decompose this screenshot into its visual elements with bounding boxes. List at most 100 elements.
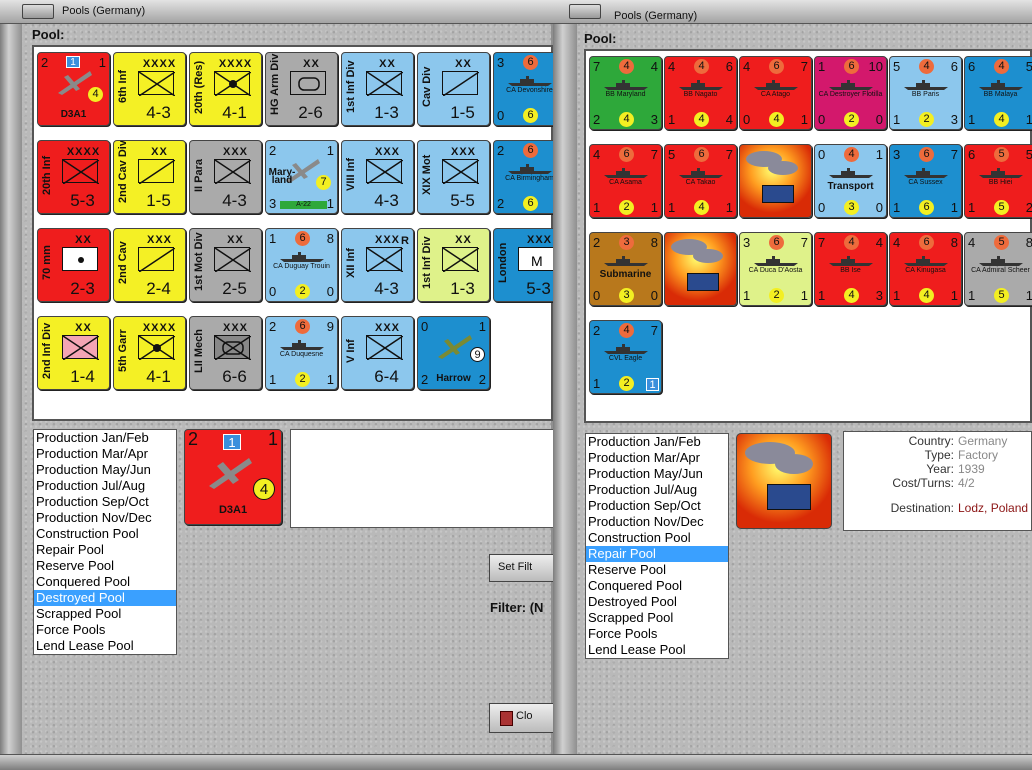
ship-name: Submarine [599,269,652,280]
land-unit-counter[interactable]: 2nd Inf Div XX 1-4 [37,316,110,390]
combat-strength: 1-4 [70,367,95,386]
land-unit-counter[interactable]: 20th Inf XXXX 5-3 [37,140,110,214]
pool-list-item[interactable]: Lend Lease Pool [586,642,728,658]
blue-marker: 1 [646,378,659,391]
ship-counter[interactable]: 1 8 0 0 6 2 CA Duguay Trouin [265,228,338,302]
stat-bottom-left: 1 [593,200,601,215]
pool-list-item[interactable]: Repair Pool [586,546,728,562]
factory-counter[interactable] [739,144,812,218]
set-filter-button[interactable]: Set Filt [489,554,555,582]
title-bar[interactable]: Pools (Germany) [0,0,555,24]
ship-counter[interactable]: 271142CVL Eagle1 [589,320,662,394]
land-unit-counter[interactable]: 5th Garr XXXX 4-1 [113,316,186,390]
pool-list-item[interactable]: Force Pools [34,622,176,638]
pool-list-item[interactable]: Production Jul/Aug [586,482,728,498]
land-unit-counter[interactable]: XIX Mot XXX 5-5 [417,140,490,214]
pool-list-item[interactable]: Production Nov/Dec [34,510,176,526]
pool-list-item[interactable]: Force Pools [586,626,728,642]
pool-list-item[interactable]: Construction Pool [586,530,728,546]
factory-counter[interactable] [664,232,737,306]
land-unit-counter[interactable]: VIII Inf XXX 4-3 [341,140,414,214]
selected-factory-preview [736,433,832,529]
pool-list-item[interactable]: Conquered Pool [34,574,176,590]
unit-name: II Para [193,158,205,192]
pool-list-item[interactable]: Production May/Jun [34,462,176,478]
attack-badge: 4 [619,59,634,74]
pool-list-item[interactable]: Conquered Pool [586,578,728,594]
ship-counter[interactable]: 4 8 1 1 6 4 CA Kinugasa [889,232,962,306]
pool-list-item[interactable]: Reserve Pool [34,558,176,574]
air-counter[interactable]: 0 1 2 2 Harrow 9 [417,316,490,390]
ship-counter[interactable]: 5 6 1 3 4 2 BB Paris [889,56,962,130]
combat-strength: 4-3 [222,191,247,210]
air-counter[interactable]: 2 1 D3A1 4 1 [37,52,110,126]
unit-symbol-icon [214,247,252,273]
ship-counter[interactable]: 4 7 0 1 6 4 CA Atago [739,56,812,130]
window-frame-bottom-right [553,754,1032,770]
air-counter[interactable]: 2 1 3 1 Mary-land 7 A-22 [265,140,338,214]
pool-list-item[interactable]: Repair Pool [34,542,176,558]
pool-list-item[interactable]: Production Mar/Apr [586,450,728,466]
pool-list-item[interactable]: Construction Pool [34,526,176,542]
window-menu-icon[interactable] [22,4,54,19]
title-bar-right[interactable]: Pools (Germany) [553,0,1032,24]
pool-list-item[interactable]: Destroyed Pool [34,590,176,606]
ship-counter[interactable]: 7 4 2 3 4 4 BB Maryland [589,56,662,130]
window-frame-bottom [0,754,555,770]
pool-list-item[interactable]: Production Sep/Oct [586,498,728,514]
ship-counter[interactable]: 1 10 0 0 6 2 CA Destroyer Flotilla [814,56,887,130]
land-unit-counter[interactable]: 6th Inf XXXX 4-3 [113,52,186,126]
land-unit-counter[interactable]: HG Arm Div XX 2-6 [265,52,338,126]
land-unit-counter[interactable]: 1st Mot Div XX 2-5 [189,228,262,302]
land-unit-counter[interactable]: 70 mm XX 2-3 [37,228,110,302]
land-unit-counter[interactable]: V Inf XXX 6-4 [341,316,414,390]
ship-counter[interactable]: 3 7 1 1 6 6 CA Sussex [889,144,962,218]
ship-counter[interactable]: 6 5 1 2 5 5 BB Hiei [964,144,1032,218]
pool-list-item[interactable]: Production Sep/Oct [34,494,176,510]
land-unit-counter[interactable]: LondonXXXM5-3R [493,228,555,302]
ship-counter[interactable]: 2 8 0 0 3 3 Submarine [589,232,662,306]
land-unit-counter[interactable]: LII Mech XXX 6-6 [189,316,262,390]
pool-list-item[interactable]: Scrapped Pool [34,606,176,622]
stat-top-right: 4 [875,235,883,250]
stat-top-left: 6 [968,59,976,74]
land-unit-counter[interactable]: II Para XXX 4-3 [189,140,262,214]
pool-list-item[interactable]: Destroyed Pool [586,594,728,610]
pool-list-item[interactable]: Lend Lease Pool [34,638,176,654]
pool-list-item[interactable]: Production Jul/Aug [34,478,176,494]
close-button[interactable]: Clo [489,703,555,733]
ship-counter[interactable]: 4 8 1 1 5 5 CA Admiral Scheer [964,232,1032,306]
ship-counter[interactable]: 3 7 1 1 6 2 CA Duca D'Aosta [739,232,812,306]
ship-counter[interactable]: 7 4 1 3 4 4 BB Ise [814,232,887,306]
ship-counter[interactable]: 2 9 1 1 6 2 CA Duquesne [265,316,338,390]
pool-list-right[interactable]: Production Jan/Feb Production Mar/Apr Prod… [585,433,729,659]
stat-top-right: 8 [326,231,334,246]
ship-counter[interactable]: 6 5 1 1 4 4 BB Malaya [964,56,1032,130]
combat-strength: 4-3 [374,191,399,210]
pool-list-item[interactable]: Production Mar/Apr [34,446,176,462]
land-unit-counter[interactable]: Cav Div XX 1-5 [417,52,490,126]
land-unit-counter[interactable]: 1st Inf Div XX 1-3 [417,228,490,302]
land-unit-counter[interactable]: 1st Inf Div XX 1-3 [341,52,414,126]
land-unit-counter[interactable]: 2nd Cav Div XX 1-5 [113,140,186,214]
pool-list[interactable]: Production Jan/Feb Production Mar/Apr Prod… [33,429,177,655]
ship-counter[interactable]: 4 7 1 1 6 2 CA Asama [589,144,662,218]
pool-list-item[interactable]: Reserve Pool [586,562,728,578]
ship-counter[interactable]: 4 6 1 4 4 4 BB Nagato [664,56,737,130]
ship-counter[interactable]: 5 7 1 1 6 4 CA Takao [664,144,737,218]
pools-window-right: Pools (Germany) Pool: 7 4 2 3 4 4 BB Maryland 4… [553,0,1032,770]
unit-symbol-icon [138,335,176,361]
ship-counter[interactable]: 360166CA Devonshire [493,52,555,126]
pool-list-item[interactable]: Production May/Jun [586,466,728,482]
ship-counter[interactable]: 262166CA Birmingham [493,140,555,214]
pool-list-item[interactable]: Production Nov/Dec [586,514,728,530]
window-menu-icon[interactable] [569,4,601,19]
pool-list-item[interactable]: Scrapped Pool [586,610,728,626]
pool-list-item[interactable]: Production Jan/Feb [586,434,728,450]
land-unit-counter[interactable]: 2nd Cav XXX 2-4 [113,228,186,302]
range-badge: 2 [844,112,859,127]
land-unit-counter[interactable]: 20th (Res) XXXX 4-1 [189,52,262,126]
ship-counter[interactable]: 0 1 0 0 4 3 Transport [814,144,887,218]
land-unit-counter[interactable]: XII Inf XXX 4-3 R [341,228,414,302]
pool-list-item[interactable]: Production Jan/Feb [34,430,176,446]
